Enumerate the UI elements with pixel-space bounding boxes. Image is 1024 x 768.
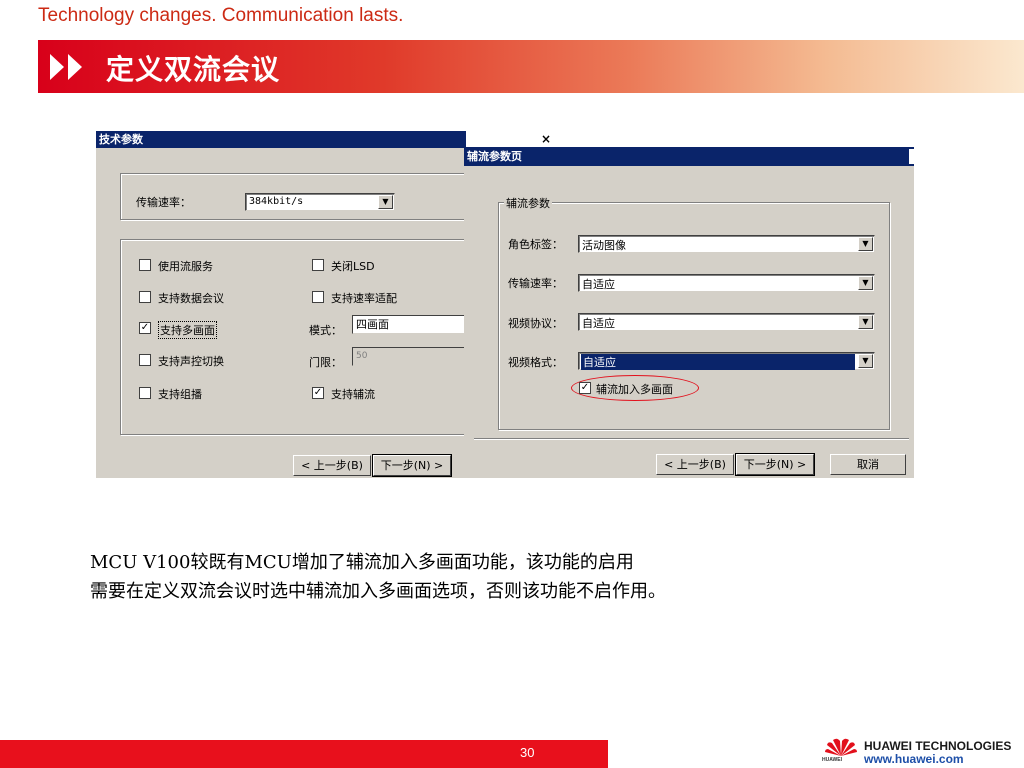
aux-params-dialog: 辅流参数页 辅流参数 角色标签： 活动图像 ▼ 传输速率： 自适应 ▼ 视频协议… <box>464 147 914 478</box>
slide-title-bar: 定义双流会议 <box>38 40 1024 93</box>
next-button[interactable]: 下一步(N) > <box>372 454 452 477</box>
footer-bar <box>0 740 608 768</box>
protocol-select[interactable]: 自适应 ▼ <box>578 313 875 331</box>
company-logo: HUAWEI HUAWEI TECHNOLOGIES www.huawei.co… <box>822 737 1022 767</box>
threshold-label: 门限： <box>309 356 342 369</box>
support-data-conf-label: 支持数据会议 <box>158 292 224 305</box>
button-separator <box>474 438 909 440</box>
chevron-down-icon[interactable]: ▼ <box>378 195 393 209</box>
rate-label: 传输速率： <box>136 196 191 209</box>
aux-rate-label: 传输速率： <box>508 277 563 290</box>
support-multipic-label: 支持多画面 <box>158 321 217 339</box>
mode-label: 模式： <box>309 324 342 337</box>
chevron-down-icon[interactable]: ▼ <box>858 237 873 251</box>
double-arrow-icon <box>50 54 82 80</box>
checkbox-support-aux-stream[interactable]: ✓ <box>312 387 324 399</box>
role-select-value: 活动图像 <box>582 239 626 252</box>
checkbox-aux-multipic[interactable]: ✓ <box>579 382 591 394</box>
chevron-down-icon[interactable]: ▼ <box>858 315 873 329</box>
close-icon[interactable]: × <box>541 132 551 146</box>
role-label: 角色标签： <box>508 238 563 251</box>
cancel-button[interactable]: 取消 <box>830 454 906 475</box>
huawei-logo-icon <box>825 738 857 756</box>
threshold-input[interactable]: 50 <box>352 347 466 366</box>
protocol-select-value: 自适应 <box>582 317 615 330</box>
tech-params-dialog: 技术参数 传输速率： 384kbit/s ▼ 使用流服务 支持数据会议 ✓ 支持… <box>96 131 466 478</box>
body-line-1: MCU V100较既有MCU增加了辅流加入多画面功能，该功能的启用 <box>90 552 634 573</box>
support-voice-switch-label: 支持声控切换 <box>158 355 224 368</box>
checkbox-use-stream-service[interactable] <box>139 259 151 271</box>
aux-rate-select-value: 自适应 <box>582 278 615 291</box>
chevron-down-icon[interactable]: ▼ <box>858 354 873 368</box>
company-url[interactable]: www.huawei.com <box>864 752 964 766</box>
protocol-label: 视频协议： <box>508 317 563 330</box>
rate-select-value: 384kbit/s <box>249 196 304 207</box>
aux-prev-button[interactable]: < 上一步(B) <box>656 454 734 475</box>
checkbox-support-voice-switch[interactable] <box>139 354 151 366</box>
support-group-broadcast-label: 支持组播 <box>158 388 202 401</box>
checkbox-support-rate-adapt[interactable] <box>312 291 324 303</box>
prev-button[interactable]: < 上一步(B) <box>293 455 371 476</box>
role-select[interactable]: 活动图像 ▼ <box>578 235 875 253</box>
aux-params-group-label: 辅流参数 <box>504 195 552 211</box>
checkbox-close-lsd[interactable] <box>312 259 324 271</box>
aux-params-titlebar: 辅流参数页 <box>464 147 914 166</box>
format-select[interactable]: 自适应 ▼ <box>578 352 875 370</box>
logo-small-text: HUAWEI <box>822 757 842 763</box>
page-number: 30 <box>520 745 535 760</box>
format-select-value: 自适应 <box>581 354 855 370</box>
aux-rate-select[interactable]: 自适应 ▼ <box>578 274 875 292</box>
support-aux-stream-label: 支持辅流 <box>331 388 375 401</box>
tech-params-titlebar: 技术参数 <box>96 131 466 148</box>
body-line-2: 需要在定义双流会议时选中辅流加入多画面选项，否则该功能不启作用。 <box>90 581 666 602</box>
checkbox-support-group-broadcast[interactable] <box>139 387 151 399</box>
aux-next-button[interactable]: 下一步(N) > <box>735 453 815 476</box>
checkbox-support-multipic[interactable]: ✓ <box>139 322 151 334</box>
support-rate-adapt-label: 支持速率适配 <box>331 292 397 305</box>
titlebar-right-edge <box>909 149 914 164</box>
checkbox-support-data-conf[interactable] <box>139 291 151 303</box>
chevron-down-icon[interactable]: ▼ <box>858 276 873 290</box>
use-stream-service-label: 使用流服务 <box>158 260 213 273</box>
mode-input[interactable]: 四画面 <box>352 315 466 334</box>
aux-multipic-label: 辅流加入多画面 <box>596 383 673 396</box>
slide-title: 定义双流会议 <box>106 53 281 86</box>
format-label: 视频格式： <box>508 356 563 369</box>
body-text: MCU V100较既有MCU增加了辅流加入多画面功能，该功能的启用 需要在定义双… <box>90 548 666 606</box>
close-lsd-label: 关闭LSD <box>331 260 375 273</box>
company-name: HUAWEI TECHNOLOGIES <box>864 739 1012 753</box>
tagline: Technology changes. Communication lasts. <box>38 5 404 26</box>
rate-select[interactable]: 384kbit/s ▼ <box>245 193 395 211</box>
